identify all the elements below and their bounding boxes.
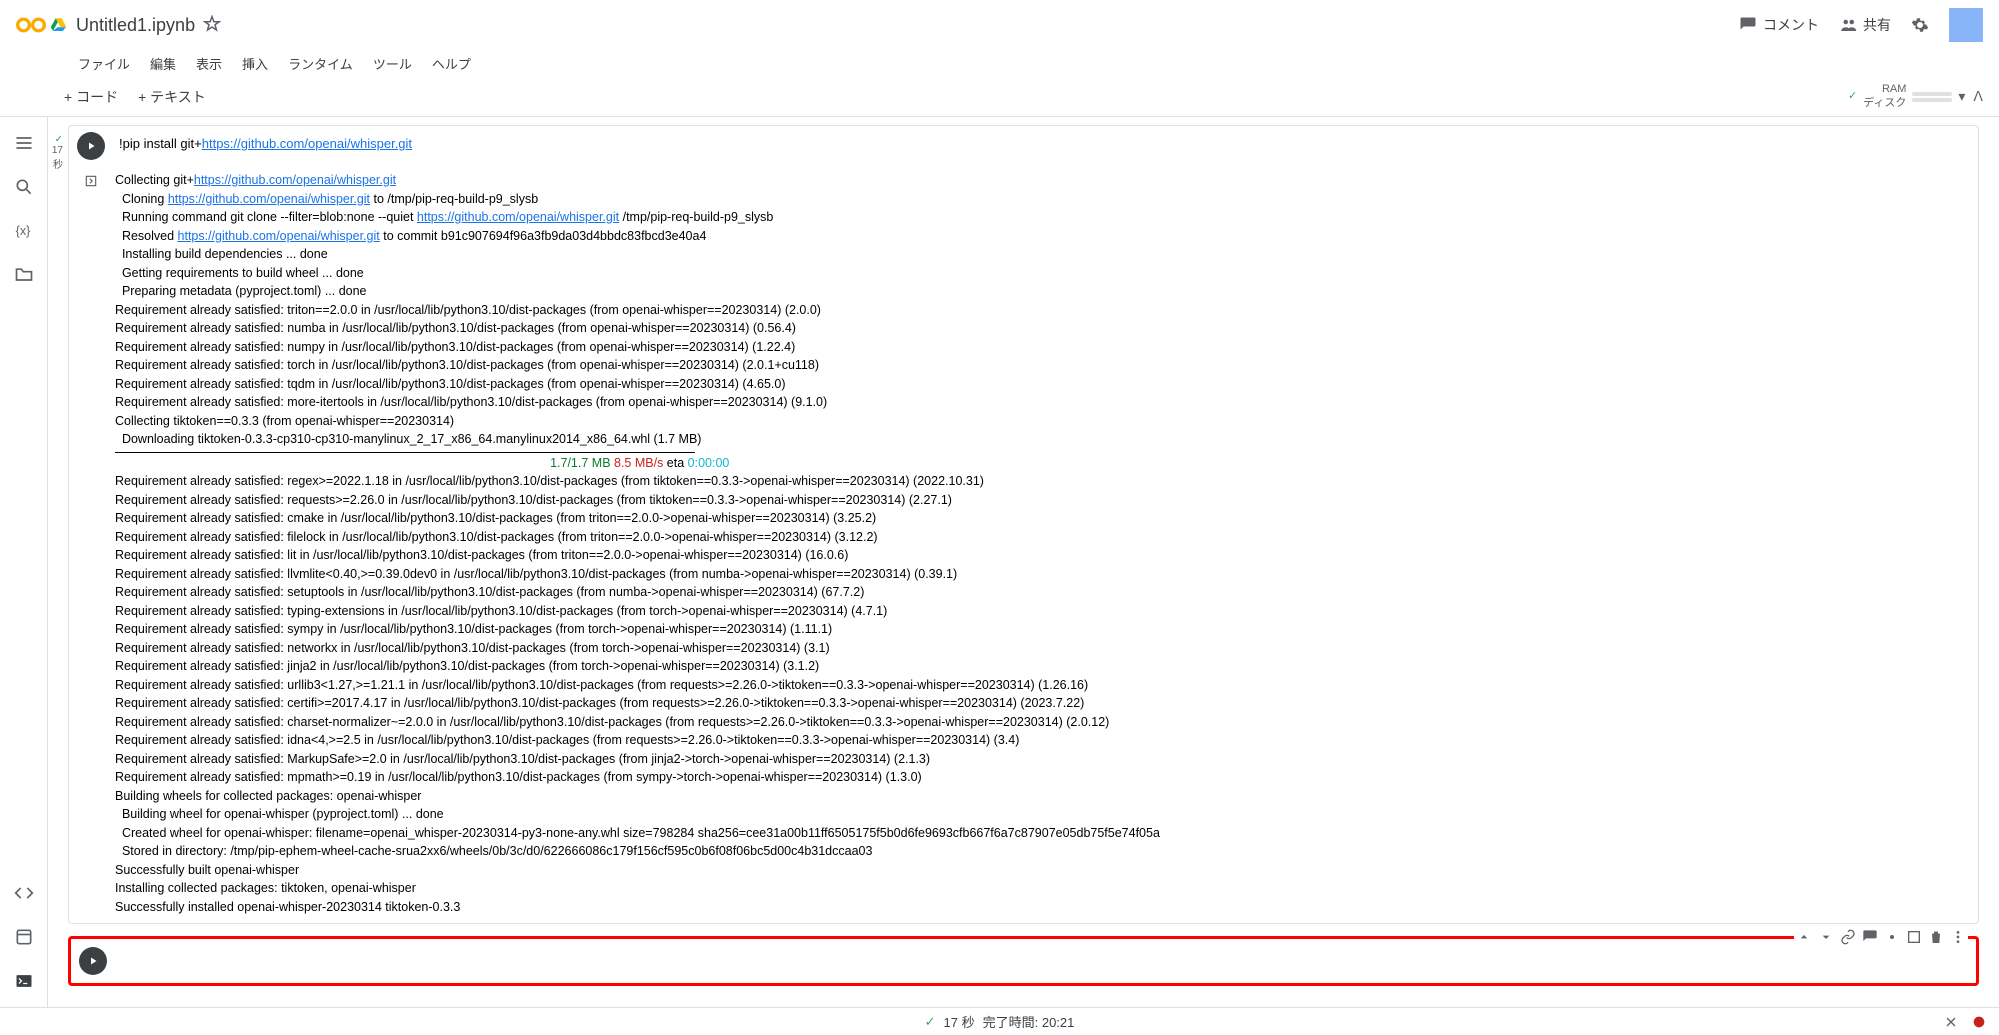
code-icon[interactable] [14, 883, 34, 903]
menu-insert[interactable]: 挿入 [234, 50, 276, 77]
cell-toolbar [1794, 927, 1968, 947]
svg-text:{x}: {x} [15, 224, 30, 238]
star-icon[interactable] [203, 15, 221, 36]
settings-button[interactable] [1911, 16, 1929, 34]
cell-status: ✓ 17 秒 [48, 134, 63, 171]
avatar[interactable] [1949, 8, 1983, 42]
comment-icon[interactable] [1862, 929, 1878, 945]
share-button[interactable]: 共有 [1839, 15, 1891, 35]
status-completed: 完了時間: 20:21 [983, 1012, 1075, 1031]
cell-time-unit: 秒 [53, 160, 63, 171]
leftbar: {x} [0, 117, 48, 1007]
check-icon: ✓ [925, 1014, 936, 1030]
resource-bars [1912, 92, 1952, 102]
disk-label: ディスク [1863, 97, 1906, 110]
mirror-icon[interactable] [1906, 929, 1922, 945]
comment-button[interactable]: コメント [1739, 15, 1819, 35]
menu-file[interactable]: ファイル [70, 50, 138, 77]
link-icon[interactable] [1840, 929, 1856, 945]
notebook-content: ✓ 17 秒 !pip install git+https://github.c… [48, 117, 1999, 1007]
cell-time: 17 [52, 145, 63, 156]
close-icon[interactable] [1943, 1014, 1959, 1030]
share-icon [1839, 16, 1857, 34]
comment-icon [1739, 16, 1757, 34]
menu-view[interactable]: 表示 [188, 50, 230, 77]
menu-tools[interactable]: ツール [365, 50, 420, 77]
cell-input: !pip install git+https://github.com/open… [69, 126, 1978, 166]
code-cell-2-highlighted [68, 936, 1979, 986]
run-button[interactable] [79, 947, 107, 975]
menubar: ファイル 編集 表示 挿入 ランタイム ツール ヘルプ [0, 50, 1999, 77]
ram-label: RAM [1863, 83, 1906, 96]
menu-edit[interactable]: 編集 [142, 50, 184, 77]
logo [16, 10, 68, 40]
cell-output: Collecting git+https://github.com/openai… [69, 166, 1978, 923]
menu-runtime[interactable]: ランタイム [280, 50, 361, 77]
gear-icon [1911, 16, 1929, 34]
statusbar: ✓ 17 秒 完了時間: 20:21 [0, 1007, 1999, 1035]
files-icon[interactable] [14, 265, 34, 285]
status-right [1943, 1014, 1987, 1030]
disk-bar [1912, 98, 1952, 102]
toolbar: + コード + テキスト ✓ RAM ディスク ▾ ᐱ [0, 77, 1999, 117]
header: Untitled1.ipynb コメント 共有 [0, 0, 1999, 50]
move-down-icon[interactable] [1818, 929, 1834, 945]
status-time: 17 秒 [944, 1012, 975, 1031]
check-icon: ✓ [55, 134, 63, 145]
snippets-icon[interactable] [14, 927, 34, 947]
drive-icon [50, 16, 68, 34]
code-editor-empty[interactable] [117, 952, 1968, 970]
ram-disk-indicator[interactable]: ✓ RAM ディスク ▾ [1848, 83, 1965, 109]
status-dot-icon[interactable] [1971, 1014, 1987, 1030]
output-text: Collecting git+https://github.com/openai… [115, 172, 1160, 917]
menu-help[interactable]: ヘルプ [424, 50, 479, 77]
add-text-button[interactable]: + テキスト [128, 83, 216, 111]
caret-down-icon[interactable]: ▾ [1958, 88, 1965, 105]
colab-logo-icon [16, 10, 46, 40]
settings-icon[interactable] [1884, 929, 1900, 945]
variables-icon[interactable]: {x} [14, 221, 34, 241]
toc-icon[interactable] [14, 133, 34, 153]
move-up-icon[interactable] [1796, 929, 1812, 945]
check-icon: ✓ [1848, 90, 1857, 103]
cell-input [71, 939, 1976, 983]
ram-bar [1912, 92, 1952, 96]
code-cell-1: ✓ 17 秒 !pip install git+https://github.c… [68, 125, 1979, 924]
code-editor[interactable]: !pip install git+https://github.com/open… [115, 132, 416, 156]
search-icon[interactable] [14, 177, 34, 197]
toolbar-right: ✓ RAM ディスク ▾ ᐱ [1848, 83, 1983, 109]
collapse-caret-icon[interactable]: ᐱ [1973, 88, 1983, 105]
notebook-title[interactable]: Untitled1.ipynb [76, 15, 195, 36]
leftbar-bottom [14, 883, 34, 991]
terminal-icon[interactable] [14, 971, 34, 991]
add-code-button[interactable]: + コード [54, 83, 128, 111]
more-icon[interactable] [1950, 929, 1966, 945]
delete-icon[interactable] [1928, 929, 1944, 945]
run-button[interactable] [77, 132, 105, 160]
main: {x} ✓ 17 秒 !pip install git+https://gith… [0, 117, 1999, 1007]
output-toggle-icon[interactable] [77, 172, 105, 188]
header-right: コメント 共有 [1739, 8, 1983, 42]
